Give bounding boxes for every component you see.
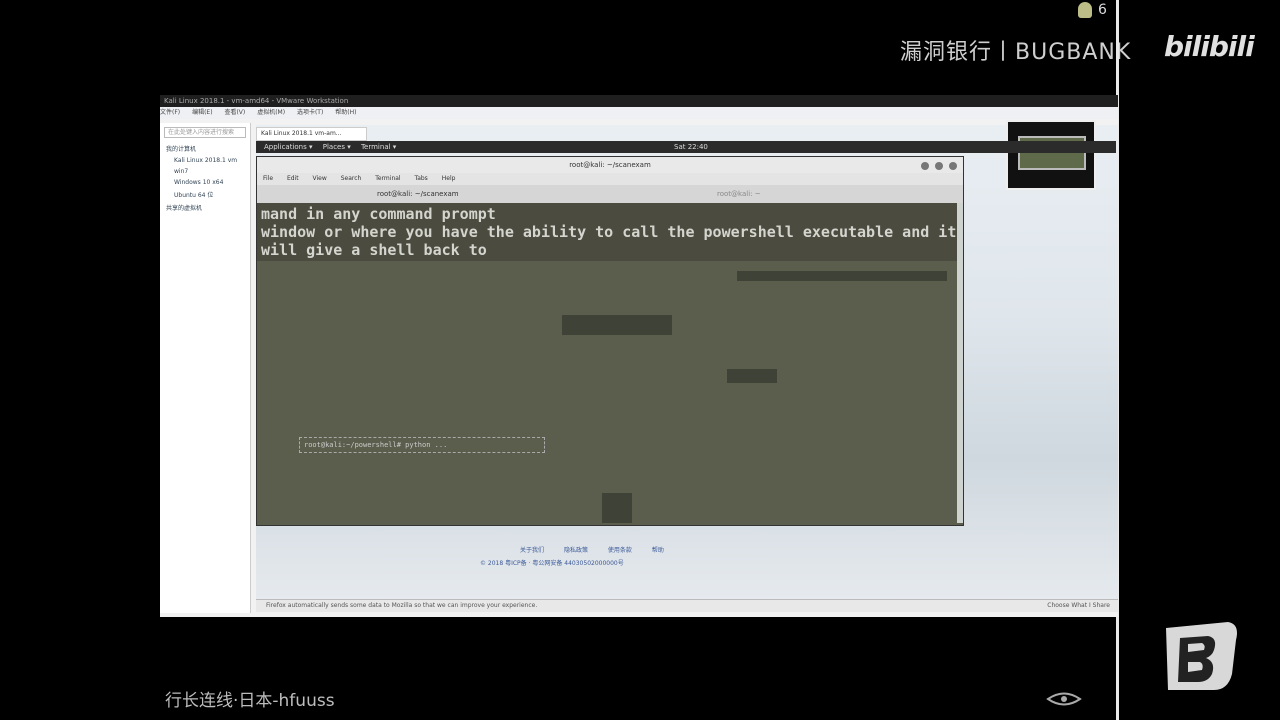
bugbank-logo-icon — [1166, 622, 1237, 690]
status-text: Firefox automatically sends some data to… — [266, 602, 538, 609]
term-menu-terminal[interactable]: Terminal — [375, 175, 400, 182]
menu-file[interactable]: 文件(F) — [160, 109, 180, 116]
close-icon[interactable] — [949, 162, 957, 170]
terminal-menubar: File Edit View Search Terminal Tabs Help — [257, 173, 963, 185]
link-privacy[interactable]: 隐私政策 — [564, 547, 588, 554]
terminal-menu[interactable]: Terminal ▾ — [361, 143, 396, 151]
term-menu-tabs[interactable]: Tabs — [415, 175, 428, 182]
terminal-tab-1[interactable]: root@kali: ~/scanexam — [377, 185, 459, 203]
terminal-titlebar: root@kali: ~/scanexam — [257, 157, 963, 173]
vmware-title: Kali Linux 2018.1 - vm-amd64 - VMware Wo… — [164, 97, 349, 105]
terminal-noise — [602, 493, 632, 523]
minimize-icon[interactable] — [921, 162, 929, 170]
footer-copyright: © 2018 粤ICP备 · 粤公网安备 44030502000000号 — [480, 560, 624, 567]
tree-item-shared[interactable]: 共享的虚拟机 — [160, 201, 250, 214]
terminal-tab-2[interactable]: root@kali: ~ — [717, 185, 761, 203]
link-about[interactable]: 关于我们 — [520, 547, 544, 554]
bell-icon — [1078, 2, 1092, 18]
terminal-body[interactable]: mand in any command prompt window or whe… — [257, 203, 957, 523]
tree-item-kali[interactable]: Kali Linux 2018.1 vm — [160, 155, 250, 166]
term-menu-search[interactable]: Search — [341, 175, 362, 182]
terminal-noise — [562, 315, 672, 335]
tree-item-win7[interactable]: win7 — [160, 166, 250, 177]
footer-links: 关于我们 隐私政策 使用条款 帮助 — [520, 545, 720, 555]
choose-share-button[interactable]: Choose What I Share — [1047, 600, 1110, 612]
gnome-top-bar: Applications ▾ Places ▾ Terminal ▾ Sat 2… — [256, 141, 1116, 153]
term-menu-edit[interactable]: Edit — [287, 175, 299, 182]
vm-tab[interactable]: Kali Linux 2018.1 vm-am... — [256, 127, 367, 141]
menu-view[interactable]: 查看(V) — [224, 109, 245, 116]
eye-icon — [1046, 692, 1082, 706]
menu-edit[interactable]: 编辑(E) — [192, 109, 212, 116]
subtitle-line: window or where you have the ability to … — [261, 223, 957, 241]
terminal-prompt: root@kali:~/powershell# python ... — [299, 437, 545, 453]
term-menu-view[interactable]: View — [313, 175, 327, 182]
menu-tabs[interactable]: 选项卡(T) — [297, 109, 323, 116]
terminal-noise — [727, 369, 777, 383]
maximize-icon[interactable] — [935, 162, 943, 170]
term-menu-file[interactable]: File — [263, 175, 273, 182]
term-menu-help[interactable]: Help — [442, 175, 456, 182]
notification-indicator: 6 — [1078, 2, 1118, 24]
vm-status-bar: Firefox automatically sends some data to… — [256, 599, 1118, 612]
subtitle-line: mand in any command prompt — [261, 205, 496, 223]
subtitle-line: will give a shell back to — [261, 241, 487, 259]
terminal-title: root@kali: ~/scanexam — [569, 161, 651, 169]
terminal-noise — [737, 271, 947, 281]
vm-thumbnail[interactable] — [1006, 120, 1096, 190]
library-panel: 在此处键入内容进行搜索 我的计算机 Kali Linux 2018.1 vm w… — [160, 123, 251, 613]
tree-item-my-computer[interactable]: 我的计算机 — [160, 142, 250, 155]
library-search-input[interactable]: 在此处键入内容进行搜索 — [164, 127, 246, 138]
link-terms[interactable]: 使用条款 — [608, 547, 632, 554]
terminal-window: root@kali: ~/scanexam File Edit View Sea… — [256, 156, 964, 526]
terminal-tabs: root@kali: ~/scanexam root@kali: ~ — [257, 185, 963, 203]
menu-vm[interactable]: 虚拟机(M) — [257, 109, 285, 116]
applications-menu[interactable]: Applications ▾ — [264, 143, 313, 151]
menu-help[interactable]: 帮助(H) — [335, 109, 356, 116]
vmware-titlebar: Kali Linux 2018.1 - vm-amd64 - VMware Wo… — [160, 95, 1118, 107]
bugbank-watermark: 漏洞银行丨BUGBANK — [900, 40, 1132, 65]
clock[interactable]: Sat 22:40 — [674, 141, 708, 153]
vmware-menubar: 文件(F) 编辑(E) 查看(V) 虚拟机(M) 选项卡(T) 帮助(H) — [160, 107, 1118, 119]
bilibili-logo: bilibili — [1164, 30, 1255, 63]
places-menu[interactable]: Places ▾ — [323, 143, 351, 151]
tree-item-ubuntu[interactable]: Ubuntu 64 位 — [160, 188, 250, 201]
tree-item-win10[interactable]: Windows 10 x64 — [160, 177, 250, 188]
video-caption: 行长连线·日本-hfuuss — [165, 691, 335, 711]
terminal-scrollbar[interactable] — [957, 203, 963, 523]
notification-count: 6 — [1098, 2, 1107, 18]
link-help[interactable]: 帮助 — [652, 547, 664, 554]
